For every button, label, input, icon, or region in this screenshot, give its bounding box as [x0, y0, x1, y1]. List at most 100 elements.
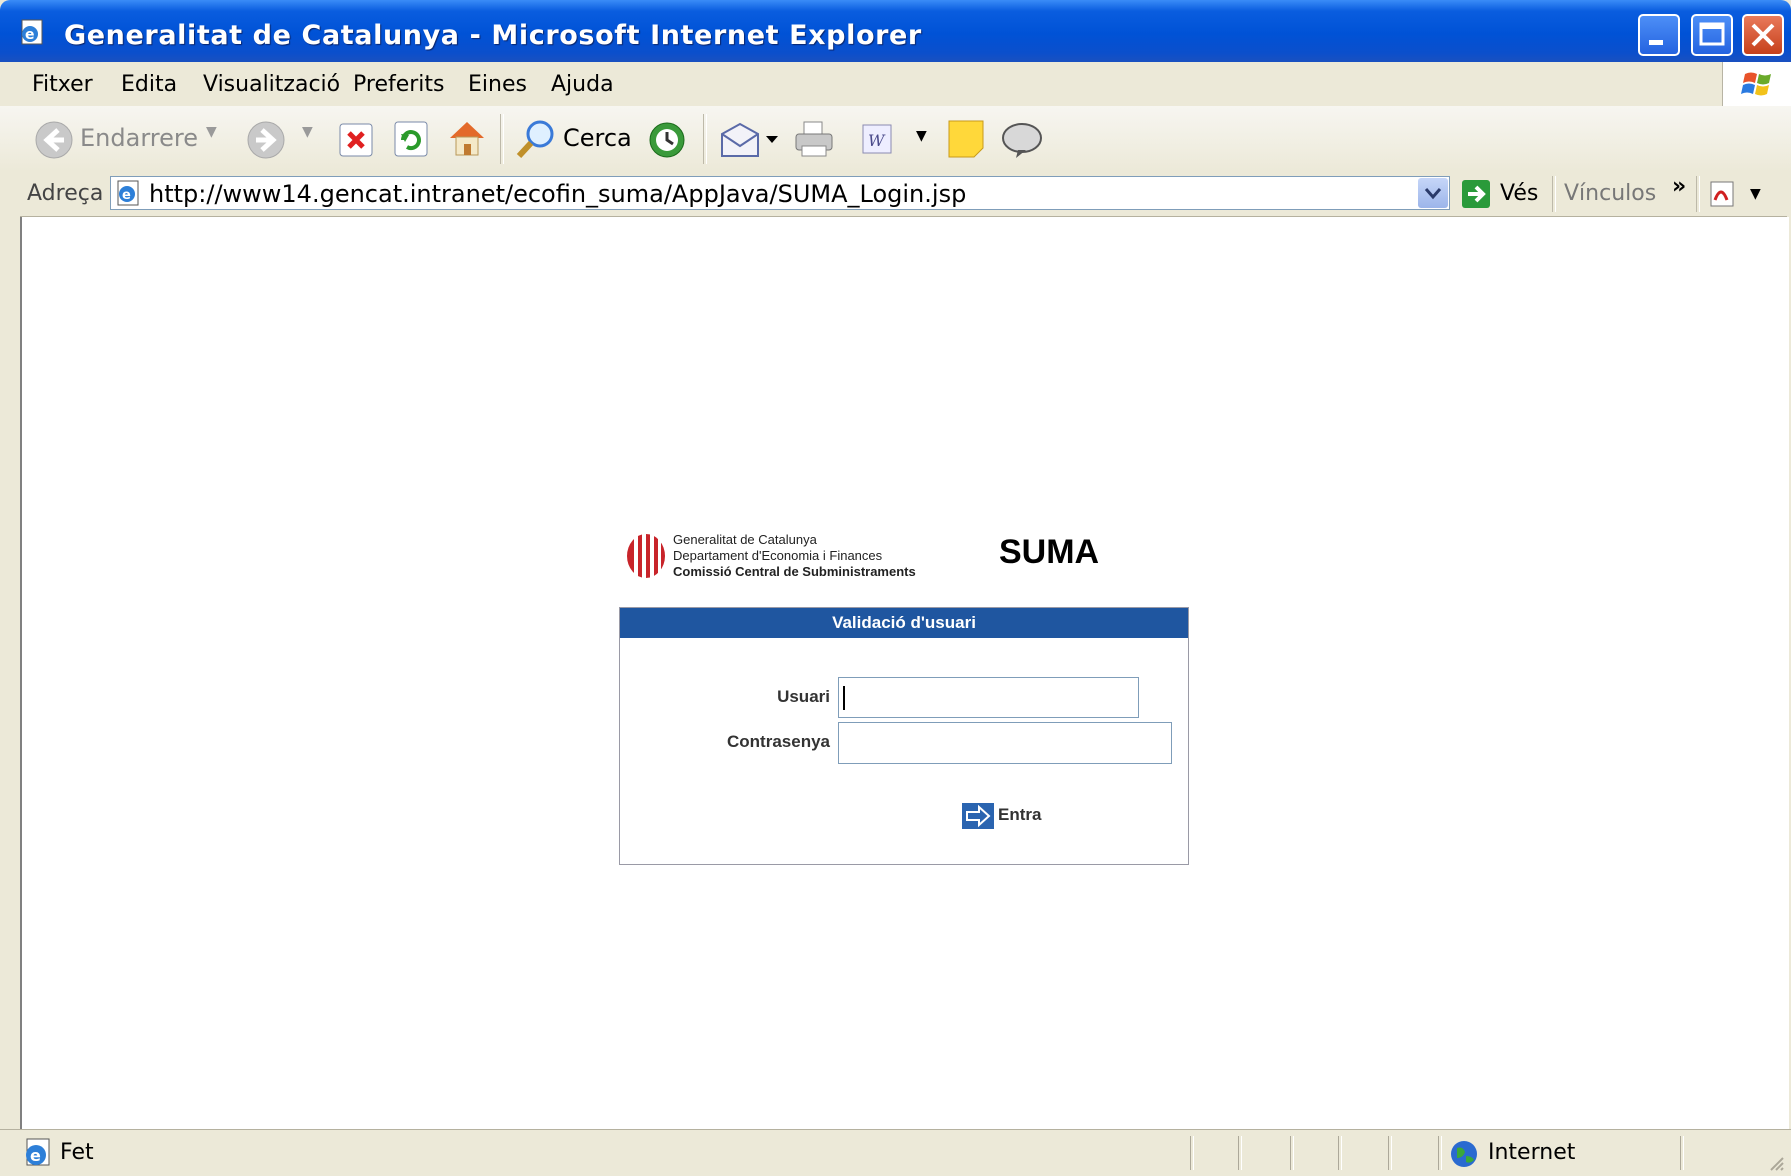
org-line-2: Departament d'Economia i Finances — [673, 548, 883, 563]
sticky-note-icon — [948, 120, 984, 158]
minimize-icon — [1649, 40, 1663, 45]
status-divider — [1338, 1136, 1342, 1170]
word-icon: W — [862, 124, 892, 154]
edit-dropdown-icon[interactable]: ▼ — [916, 128, 927, 144]
menu-fitxer[interactable]: Fitxer — [32, 72, 93, 97]
close-window-button[interactable] — [1742, 14, 1784, 56]
menu-edita[interactable]: Edita — [121, 72, 177, 97]
status-divider — [1190, 1136, 1194, 1170]
edit-word-button[interactable]: W — [860, 122, 894, 160]
messenger-icon — [1002, 123, 1042, 158]
search-label[interactable]: Cerca — [563, 124, 632, 152]
print-button[interactable] — [792, 118, 836, 164]
pdf-icon — [1710, 181, 1734, 207]
go-button[interactable] — [1460, 178, 1492, 210]
home-button[interactable] — [446, 118, 488, 162]
minimize-button[interactable] — [1638, 14, 1680, 56]
close-icon — [1751, 23, 1775, 47]
resize-grip-icon[interactable] — [1765, 1152, 1785, 1172]
menu-preferits[interactable]: Preferits — [353, 72, 445, 97]
generalitat-logo-icon — [627, 534, 665, 578]
chevron-down-icon — [1424, 188, 1442, 200]
title-bar[interactable]: e Generalitat de Catalunya - Microsoft I… — [0, 0, 1791, 62]
address-label: Adreça — [27, 181, 104, 206]
org-line-1: Generalitat de Catalunya — [673, 532, 817, 547]
status-divider — [1680, 1136, 1684, 1170]
zone-text: Internet — [1488, 1140, 1576, 1165]
status-divider — [1238, 1136, 1242, 1170]
window-title: Generalitat de Catalunya - Microsoft Int… — [64, 20, 922, 51]
messenger-button[interactable] — [1000, 120, 1044, 164]
windows-flag-icon — [1741, 72, 1771, 96]
mail-icon — [721, 122, 778, 157]
org-line-3: Comissió Central de Subministraments — [673, 564, 916, 579]
username-label: Usuari — [777, 687, 830, 706]
svg-text:e: e — [122, 188, 131, 203]
back-arrow-icon — [35, 121, 73, 159]
go-arrow-icon — [1462, 180, 1490, 208]
menu-ajuda[interactable]: Ajuda — [551, 72, 614, 97]
app-name: SUMA — [999, 533, 1100, 571]
globe-icon — [1451, 1141, 1477, 1167]
search-icon — [516, 120, 554, 159]
menu-eines[interactable]: Eines — [468, 72, 527, 97]
svg-text:W: W — [868, 131, 886, 150]
status-text: Fet — [60, 1140, 94, 1165]
forward-dropdown-icon[interactable]: ▼ — [302, 124, 313, 140]
refresh-icon — [394, 121, 428, 157]
back-dropdown-icon[interactable]: ▼ — [206, 124, 217, 140]
svg-text:e: e — [30, 1146, 41, 1165]
text-caret — [843, 686, 845, 710]
home-icon — [450, 122, 484, 156]
go-label[interactable]: Vés — [1500, 181, 1538, 206]
status-divider — [1388, 1136, 1392, 1170]
toolbar-separator — [500, 114, 504, 164]
forward-button[interactable] — [246, 120, 286, 164]
pdf-button[interactable] — [1708, 178, 1742, 210]
address-input[interactable]: e http://www14.gencat.intranet/ecofin_su… — [110, 176, 1450, 210]
status-divider — [1290, 1136, 1294, 1170]
toolbar-separator — [1552, 176, 1556, 212]
login-submit-button[interactable]: Entra — [962, 803, 1041, 833]
password-label: Contrasenya — [727, 732, 830, 751]
arrow-right-icon — [962, 803, 994, 829]
browser-window: e Generalitat de Catalunya - Microsoft I… — [0, 0, 1791, 1176]
stop-button[interactable] — [338, 122, 374, 162]
login-submit-label[interactable]: Entra — [998, 805, 1041, 825]
svg-text:e: e — [25, 27, 35, 43]
login-heading: Validació d'usuari — [620, 608, 1188, 638]
standard-toolbar: Endarrere ▼ ▼ Cerca W ▼ — [0, 106, 1791, 173]
toolbar-separator — [1696, 176, 1700, 212]
history-button[interactable] — [646, 119, 688, 165]
toolbar-separator — [703, 114, 707, 164]
ie-page-icon: e — [21, 19, 43, 45]
username-input[interactable] — [838, 677, 1139, 718]
links-chevron[interactable]: » — [1672, 174, 1686, 199]
address-bar: Adreça e http://www14.gencat.intranet/ec… — [0, 172, 1791, 217]
links-label[interactable]: Vínculos — [1564, 181, 1656, 206]
refresh-button[interactable] — [393, 120, 429, 162]
windows-logo — [1722, 62, 1791, 106]
status-divider — [1438, 1136, 1442, 1170]
note-button[interactable] — [946, 118, 986, 164]
stop-icon — [339, 123, 373, 157]
back-label[interactable]: Endarrere — [80, 124, 198, 152]
ie-page-icon: e — [26, 1138, 50, 1166]
pdf-dropdown-icon[interactable]: ▼ — [1750, 186, 1761, 202]
maximize-button[interactable] — [1691, 14, 1733, 56]
maximize-icon — [1699, 22, 1725, 46]
menu-bar: Fitxer Edita Visualització Preferits Ein… — [0, 62, 1791, 107]
search-button[interactable] — [514, 118, 558, 164]
password-input[interactable] — [838, 722, 1172, 764]
mail-button[interactable] — [718, 120, 782, 164]
menu-visualitzacio[interactable]: Visualització — [203, 72, 340, 97]
address-dropdown-button[interactable] — [1418, 178, 1448, 208]
back-button[interactable] — [34, 120, 74, 164]
forward-arrow-icon — [247, 121, 285, 159]
left-frame — [0, 216, 20, 1132]
history-icon — [649, 122, 685, 158]
ie-page-icon: e — [117, 180, 139, 206]
status-bar: e Fet Internet — [0, 1129, 1791, 1176]
address-url: http://www14.gencat.intranet/ecofin_suma… — [149, 180, 967, 208]
printer-icon — [795, 121, 833, 157]
